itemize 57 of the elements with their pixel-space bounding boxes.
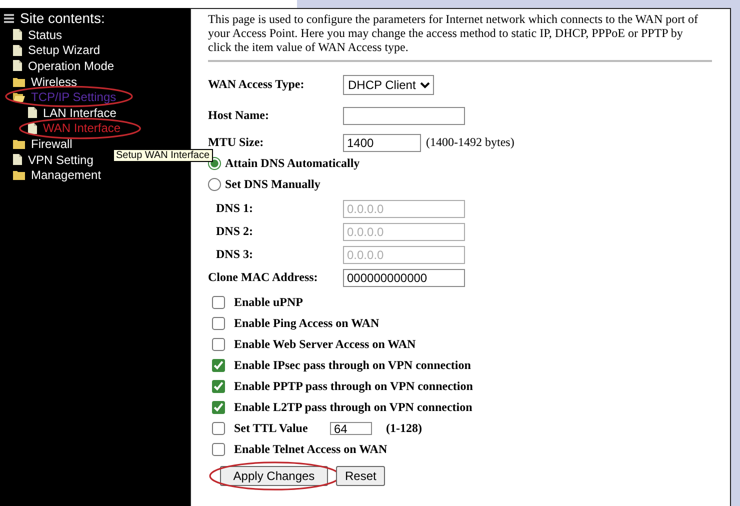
tree-icon — [4, 14, 14, 22]
sidebar-item[interactable]: Management — [31, 168, 102, 182]
sidebar-item[interactable]: Status — [28, 28, 62, 42]
checkbox-label: Enable PPTP pass through on VPN connection — [234, 379, 473, 394]
radio-label: Attain DNS Automatically — [225, 156, 360, 171]
input-field[interactable]: 1400 — [343, 134, 421, 152]
folder-icon — [13, 138, 25, 149]
folder-icon — [13, 76, 25, 87]
checkbox-label: Enable IPsec pass through on VPN connection — [234, 358, 471, 373]
checkbox-label: Enable Telnet Access on WAN — [234, 442, 388, 457]
input-field[interactable]: 64 — [330, 422, 372, 435]
checkbox[interactable] — [212, 359, 225, 372]
input-field[interactable] — [343, 106, 465, 124]
access-type-dropdown[interactable]: DHCP Client — [343, 74, 434, 94]
field-label: DNS 3: — [215, 247, 254, 262]
radio-label: Set DNS Manually — [225, 177, 320, 192]
intro-text: This page is used to configure the parameters for Internet network which connects to the WAN port of your Access Point. Here you may change the access method to static IP, DHCP, PPPoE or PPTP by click the item value of WAN Access type. — [208, 12, 699, 54]
input-field[interactable]: 000000000000 — [343, 268, 465, 286]
page-icon — [13, 60, 22, 72]
page-icon — [13, 29, 22, 40]
field-label: DNS 1: — [215, 201, 254, 216]
apply-button[interactable]: Apply Changes — [220, 466, 328, 486]
checkbox-label: Set TTL Value — [234, 421, 309, 436]
field-label: WAN Access Type: — [208, 77, 306, 92]
tooltip: Setup WAN Interface — [113, 149, 213, 162]
field-label: MTU Size: — [208, 135, 265, 150]
sidebar-item[interactable]: VPN Setting — [28, 152, 94, 167]
field-label: Host Name: — [208, 108, 270, 123]
checkbox[interactable] — [212, 338, 225, 351]
radio-button[interactable] — [208, 178, 221, 191]
sidebar-item[interactable]: Firewall — [31, 136, 72, 151]
reset-button[interactable]: Reset — [336, 466, 386, 486]
sidebar-item[interactable]: Setup Wizard — [28, 43, 100, 58]
field-hint: (1400-1492 bytes) — [426, 135, 514, 150]
checkbox-label: Enable Ping Access on WAN — [234, 316, 380, 331]
sidebar-item[interactable]: Operation Mode — [28, 58, 114, 73]
field-label: Clone MAC Address: — [208, 270, 319, 285]
radio-button[interactable] — [208, 157, 221, 170]
checkbox[interactable] — [212, 296, 225, 309]
page-icon — [13, 154, 22, 166]
checkbox-label: Enable L2TP pass through on VPN connection — [234, 400, 472, 415]
sidebar-item[interactable]: Wireless — [31, 74, 78, 89]
checkbox[interactable] — [212, 317, 225, 330]
checkbox-label: Enable Web Server Access on WAN — [234, 337, 416, 352]
field-hint: (1-128) — [386, 421, 422, 436]
page-icon — [13, 44, 22, 56]
page-icon — [28, 107, 37, 118]
sidebar-item[interactable]: LAN Interface — [43, 106, 116, 120]
field-label: DNS 2: — [215, 224, 254, 239]
open-folder-icon — [13, 92, 25, 102]
checkbox[interactable] — [212, 422, 225, 435]
checkbox-label: Enable uPNP — [234, 295, 304, 310]
checkbox[interactable] — [212, 401, 225, 414]
checkbox[interactable] — [212, 380, 225, 393]
checkbox[interactable] — [212, 443, 225, 456]
folder-icon — [13, 170, 25, 180]
sidebar-title: Site contents: — [20, 10, 105, 26]
